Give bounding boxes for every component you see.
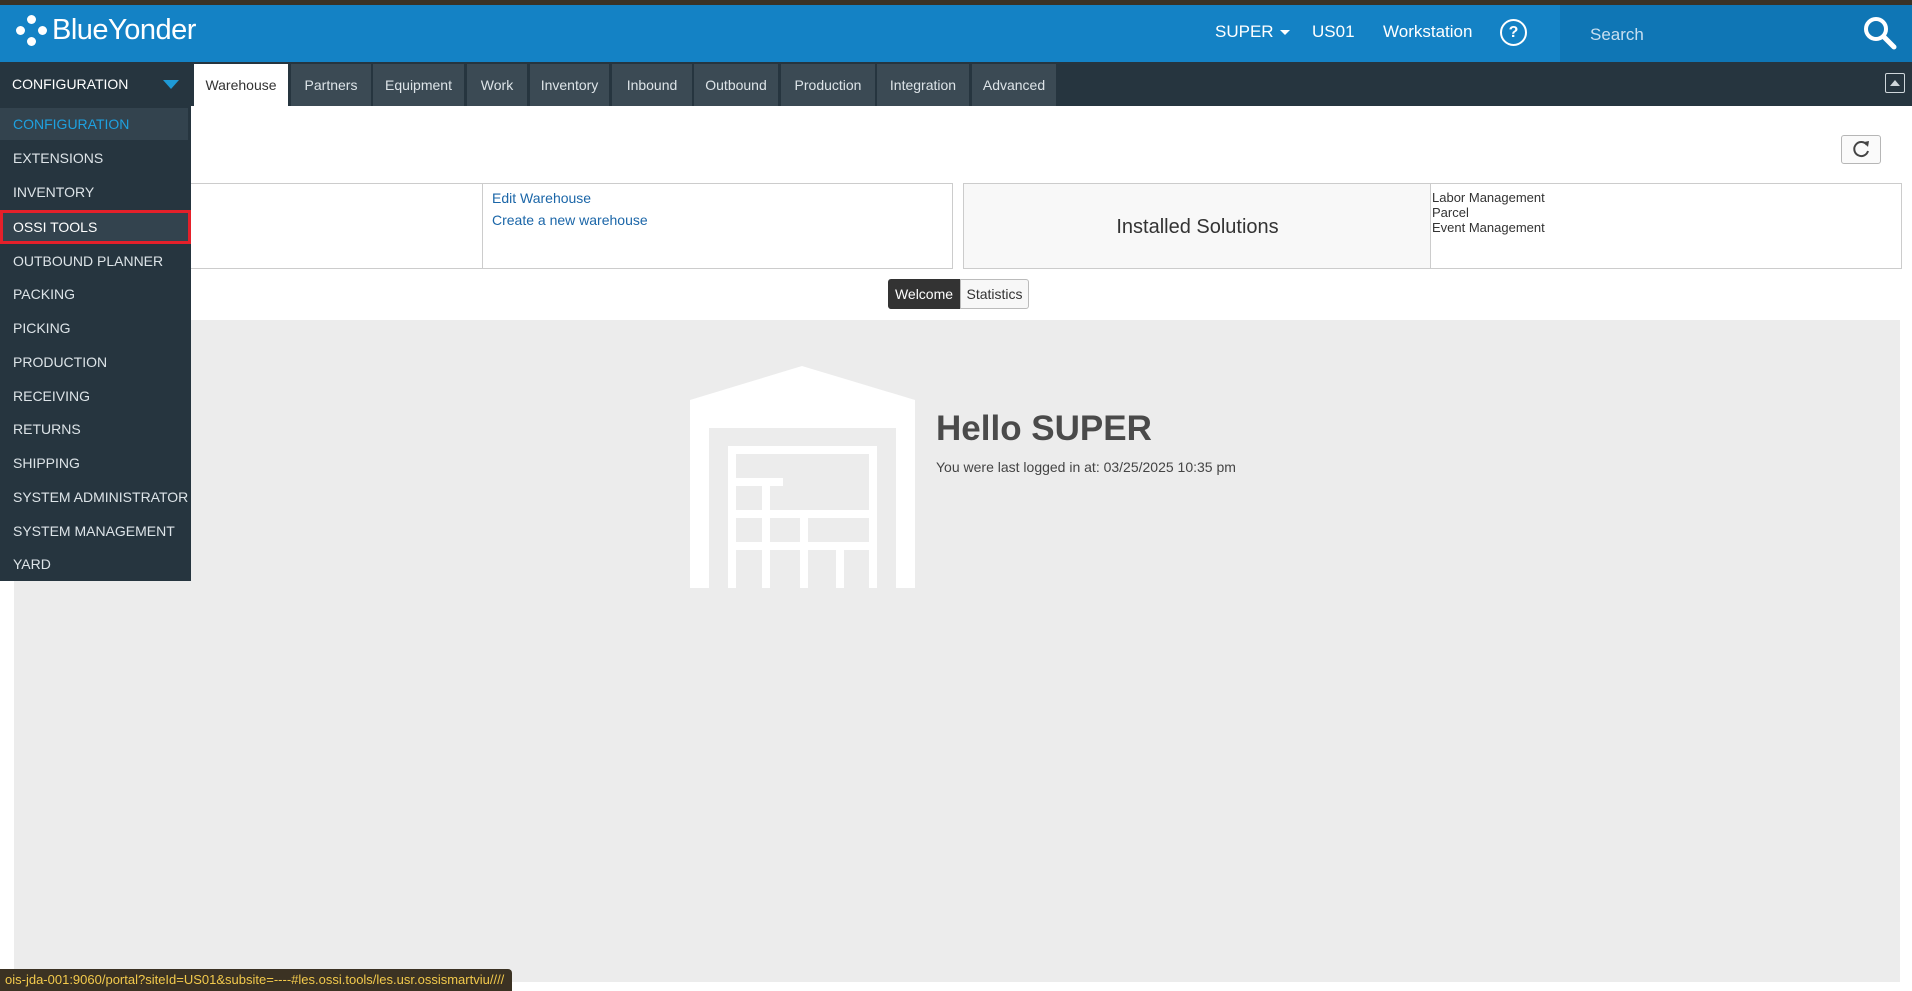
configuration-dropdown-label: CONFIGURATION [12,76,129,92]
site-selector[interactable]: US01 [1312,21,1355,43]
help-icon[interactable]: ? [1500,19,1527,46]
menu-item-system-management[interactable]: SYSTEM MANAGEMENT [0,514,191,548]
tab-production[interactable]: Production [781,64,875,106]
solution-item: Parcel [1432,205,1469,220]
menu-item-packing[interactable]: PACKING [0,277,191,311]
installed-solutions-list: Labor Management Parcel Event Management [1430,183,1902,269]
search-input[interactable] [1588,23,1832,47]
tab-integration[interactable]: Integration [877,64,969,106]
tab-warehouse[interactable]: Warehouse [194,64,288,106]
collapse-up-icon [1890,80,1900,86]
solution-item: Labor Management [1432,190,1545,205]
menu-item-yard[interactable]: YARD [0,547,191,581]
logo-mark-icon [16,15,47,46]
tab-inbound[interactable]: Inbound [612,64,692,106]
installed-solutions-title: Installed Solutions [1116,216,1279,238]
caret-down-icon [1279,30,1290,36]
refresh-button[interactable] [1841,135,1881,164]
search-box [1560,5,1912,62]
warehouse-icon [690,366,915,588]
warehouse-info-panel [150,183,484,269]
menu-item-picking[interactable]: PICKING [0,311,191,345]
configuration-menu: CONFIGURATION EXTENSIONS INVENTORY OSSI … [0,106,191,581]
menu-item-returns[interactable]: RETURNS [0,412,191,446]
statistics-toggle-button[interactable]: Statistics [960,279,1029,309]
menu-item-ossi-tools[interactable]: OSSI TOOLS [0,210,191,244]
user-menu[interactable]: SUPER [1215,21,1290,43]
search-icon[interactable] [1862,15,1898,51]
menu-item-outbound-planner[interactable]: OUTBOUND PLANNER [0,244,191,278]
create-warehouse-link[interactable]: Create a new warehouse [492,212,648,228]
brand-logo[interactable]: BlueYonder [16,13,196,47]
workstation-link[interactable]: Workstation [1383,21,1472,43]
menu-item-receiving[interactable]: RECEIVING [0,379,191,413]
tab-inventory[interactable]: Inventory [530,64,609,106]
welcome-toggle-button[interactable]: Welcome [888,279,960,309]
tab-partners[interactable]: Partners [291,64,371,106]
edit-warehouse-link[interactable]: Edit Warehouse [492,190,591,206]
user-menu-label: SUPER [1215,22,1274,41]
configuration-dropdown[interactable]: CONFIGURATION [0,62,190,106]
refresh-icon [1853,141,1869,158]
solution-item: Event Management [1432,220,1545,235]
tab-outbound[interactable]: Outbound [694,64,778,106]
menu-item-configuration[interactable]: CONFIGURATION [0,108,188,140]
menu-item-shipping[interactable]: SHIPPING [0,446,191,480]
last-login-text: You were last logged in at: 03/25/2025 1… [936,459,1236,475]
menu-item-inventory[interactable]: INVENTORY [0,175,191,209]
installed-solutions-header: Installed Solutions [963,183,1432,269]
browser-status-url: ois-jda-001:9060/portal?siteId=US01&subs… [0,969,513,991]
menu-item-production[interactable]: PRODUCTION [0,345,191,379]
tab-equipment[interactable]: Equipment [373,64,464,106]
tab-work[interactable]: Work [467,64,527,106]
greeting-heading: Hello SUPER [936,409,1152,448]
chevron-down-icon [163,80,179,89]
menu-item-system-administrator[interactable]: SYSTEM ADMINISTRATOR [0,480,191,514]
tab-advanced[interactable]: Advanced [972,64,1056,106]
menu-item-extensions[interactable]: EXTENSIONS [0,141,191,175]
brand-name: BlueYonder [52,13,196,46]
warehouse-actions-panel: Edit Warehouse Create a new warehouse [482,183,953,269]
collapse-header-button[interactable] [1885,73,1905,93]
